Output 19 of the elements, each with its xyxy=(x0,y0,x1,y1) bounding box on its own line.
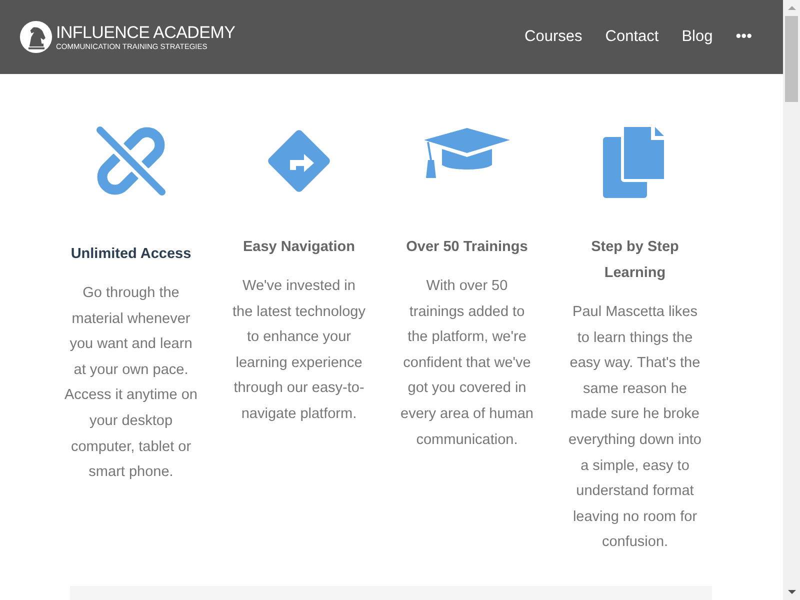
feature-title: Easy Navigation xyxy=(242,238,355,257)
nav-link[interactable]: Contact xyxy=(605,28,659,46)
broken-link-icon xyxy=(94,124,168,198)
feature-description: Go through the material whenever you want and learn at your own pace. Access it anytime on your desktop computer, tablet or smart phone. xyxy=(64,284,198,482)
nav-link[interactable]: Blog xyxy=(682,28,713,46)
feature-description: Paul Mascetta likes to learn things the easy way. That's the same reason he made sure he broke everything down into a simple, easy to understand format leaving no room for confusion. xyxy=(568,303,702,552)
feature-title: Unlimited Access xyxy=(70,245,192,264)
scroll-up-icon[interactable] xyxy=(788,6,796,10)
nav-link[interactable]: Courses xyxy=(524,28,582,46)
feature-description: We've invested in the latest technology to enhance your learning experience through our easy-to-navigate platform. xyxy=(231,277,366,424)
brand-name: INFLUENCE ACADEMY xyxy=(56,24,236,42)
scroll-thumb[interactable] xyxy=(785,16,798,102)
scroll-down-icon[interactable] xyxy=(788,590,796,594)
feature-title: Over 50 Trainings xyxy=(406,238,528,257)
chess-knight-logo-icon[interactable] xyxy=(19,20,53,54)
copy-documents-icon xyxy=(603,124,667,198)
nav-link[interactable]: ••• xyxy=(736,28,752,46)
feature-description: With over 50 trainings added to the platform, we're confident that we've got you covered in every area of human communication. xyxy=(400,277,534,450)
feature-title: Step by Step Learning xyxy=(590,238,680,283)
